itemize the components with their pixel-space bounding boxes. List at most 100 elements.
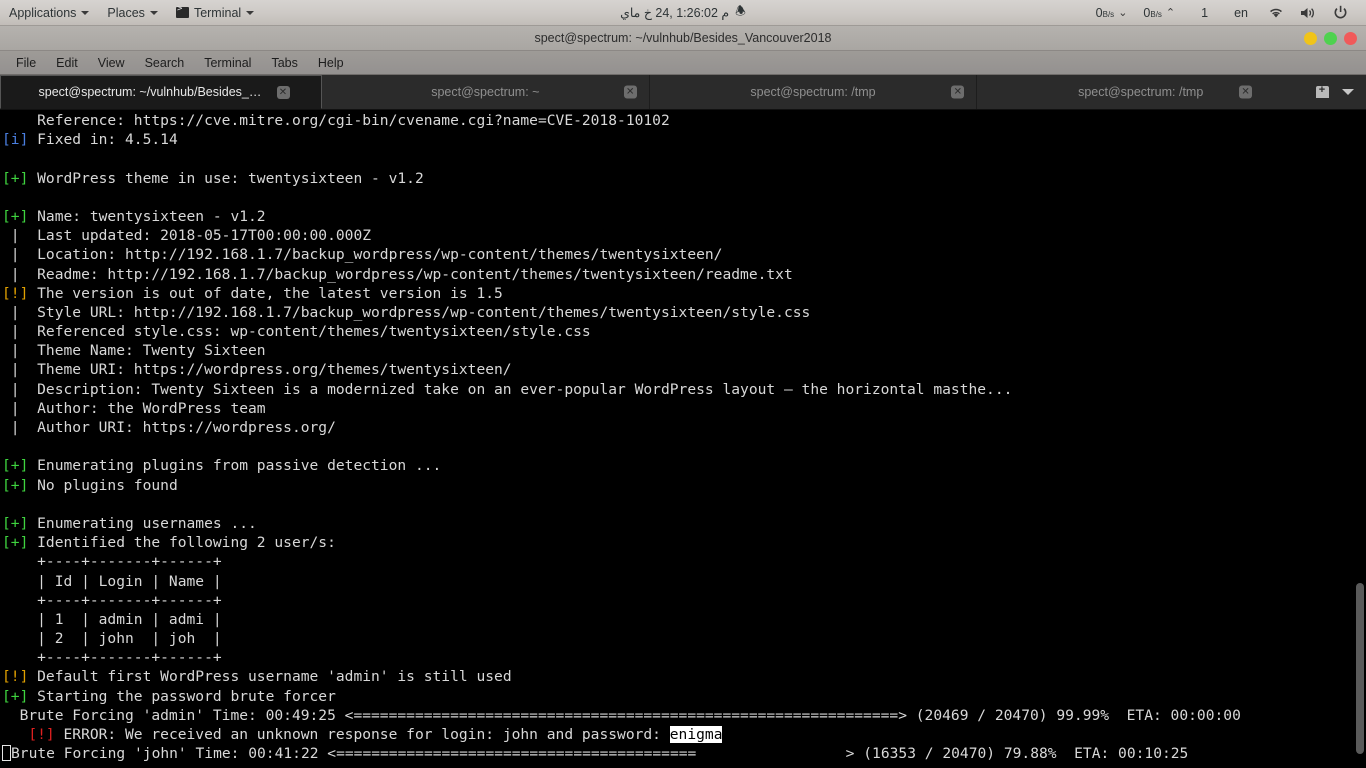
panel-menu-terminal[interactable]: Terminal	[167, 0, 263, 26]
terminal-line: | Author URI: https://wordpress.org/	[2, 418, 1241, 437]
menu-view[interactable]: View	[88, 51, 135, 75]
terminal-line: | Theme URI: https://wordpress.org/theme…	[2, 360, 1241, 379]
terminal-line: +----+-------+------+	[2, 648, 1241, 667]
netspeed-download-unit: B/s	[1102, 9, 1115, 19]
terminal-line: | 1 | admin | admi |	[2, 610, 1241, 629]
keyboard-layout-indicator[interactable]: en	[1226, 0, 1260, 26]
terminal-text-segment: | Author: the WordPress team	[2, 399, 266, 417]
netspeed-download-value: 0	[1095, 5, 1103, 20]
terminal-output-area[interactable]: Reference: https://cve.mitre.org/cgi-bin…	[0, 110, 1366, 767]
terminal-scrollbar-thumb[interactable]	[1356, 583, 1364, 754]
terminal-line: | Readme: http://192.168.1.7/backup_word…	[2, 265, 1241, 284]
terminal-text-segment: | 1 | admin | admi |	[2, 610, 222, 628]
terminal-text-segment: [+]	[2, 687, 29, 705]
terminal-line: [+] WordPress theme in use: twentysixtee…	[2, 169, 1241, 188]
power-menu[interactable]	[1325, 0, 1360, 26]
terminal-text-segment: | Last updated: 2018-05-17T00:00:00.000Z	[2, 227, 372, 245]
terminal-text-segment: +----+-------+------+	[2, 649, 222, 667]
menu-file[interactable]: File	[6, 51, 46, 75]
terminal-line: [+] No plugins found	[2, 476, 1241, 495]
tab-2-close-icon[interactable]: ✕	[951, 85, 965, 99]
terminal-text-segment: | Author URI: https://wordpress.org/	[2, 419, 336, 436]
terminal-text-segment: | Theme URI: https://wordpress.org/theme…	[2, 361, 512, 379]
window-titlebar[interactable]: spect@spectrum: ~/vulnhub/Besides_Vancou…	[0, 26, 1366, 51]
tab-3-close-icon[interactable]: ✕	[1239, 85, 1253, 99]
terminal-line: +----+-------+------+	[2, 591, 1241, 610]
workspace-switcher[interactable]: 1	[1183, 0, 1226, 26]
close-button[interactable]	[1344, 31, 1357, 45]
tab-0[interactable]: spect@spectrum: ~/vulnhub/Besides_Va… ✕	[0, 75, 322, 109]
menu-edit[interactable]: Edit	[46, 51, 88, 75]
panel-menu-places-label: Places	[107, 5, 145, 20]
chevron-down-icon	[149, 10, 158, 15]
chevron-down-icon	[81, 10, 90, 15]
terminal-line: Brute Forcing 'john' Time: 00:41:22 <===…	[2, 744, 1241, 763]
menu-tabs[interactable]: Tabs	[261, 51, 307, 75]
tab-2[interactable]: spect@spectrum: /tmp ✕	[649, 75, 978, 109]
menu-terminal[interactable]: Terminal	[194, 51, 261, 75]
terminal-text-segment: | Id | Login | Name |	[2, 572, 222, 590]
panel-menu-terminal-label: Terminal	[193, 5, 242, 20]
panel-menu-places[interactable]: Places	[98, 0, 167, 26]
terminal-line: [+] Identified the following 2 user/s:	[2, 533, 1241, 552]
minimize-button[interactable]	[1304, 31, 1317, 45]
maximize-button[interactable]	[1324, 31, 1337, 45]
terminal-line: | Id | Login | Name |	[2, 572, 1241, 591]
netspeed-download[interactable]: 0B/s ⌄	[1088, 0, 1136, 26]
terminal-text-segment: [!]	[2, 668, 29, 686]
tab-0-close-icon[interactable]: ✕	[276, 85, 290, 99]
tab-3-label: spect@spectrum: /tmp	[1078, 85, 1204, 99]
terminal-text-segment: Reference: https://cve.mitre.org/cgi-bin…	[2, 112, 670, 129]
menu-help[interactable]: Help	[308, 51, 354, 75]
terminal-text-segment: | Readme: http://192.168.1.7/backup_word…	[2, 265, 793, 283]
wifi-indicator[interactable]	[1260, 0, 1292, 26]
volume-icon	[1301, 7, 1314, 18]
window-title: spect@spectrum: ~/vulnhub/Besides_Vancou…	[534, 31, 832, 45]
netspeed-upload-unit: B/s	[1150, 9, 1162, 19]
tab-1-label: spect@spectrum: ~	[431, 85, 540, 99]
terminal-text-segment: [+]	[2, 207, 29, 225]
netspeed-upload[interactable]: 0B/s ⌃	[1135, 0, 1183, 26]
terminal-scrollbar[interactable]	[1354, 110, 1366, 767]
terminal-line: [+] Starting the password brute forcer	[2, 687, 1241, 706]
terminal-text-segment: Enumerating usernames ...	[28, 514, 257, 532]
terminal-text-segment: | Description: Twenty Sixteen is a moder…	[2, 380, 1013, 398]
window-controls	[1304, 31, 1366, 45]
terminal-line: +----+-------+------+	[2, 552, 1241, 571]
chevron-up-icon: ⌃	[1165, 7, 1176, 19]
keyboard-layout-label: en	[1234, 5, 1248, 20]
terminal-text-segment: [i]	[2, 131, 29, 149]
menu-search[interactable]: Search	[135, 51, 195, 75]
tab-1-close-icon[interactable]: ✕	[623, 85, 637, 99]
terminal-line: | Description: Twenty Sixteen is a moder…	[2, 380, 1241, 399]
tab-3[interactable]: spect@spectrum: /tmp ✕	[977, 75, 1305, 109]
terminal-text-segment: Name: twentysixteen - v1.2	[28, 207, 266, 225]
terminal-text-segment: [!]	[28, 726, 55, 743]
terminal-line: [+] Enumerating plugins from passive det…	[2, 456, 1241, 475]
terminal-line: | Last updated: 2018-05-17T00:00:00.000Z	[2, 226, 1241, 245]
workspace-number: 1	[1201, 5, 1209, 20]
terminal-text-segment: | Referenced style.css: wp-content/theme…	[2, 323, 591, 341]
terminal-text-segment: +----+-------+------+	[2, 591, 222, 609]
terminal-text-segment: Brute Forcing 'john' Time: 00:41:22 <===…	[11, 745, 1189, 763]
terminal-text-segment: Enumerating plugins from passive detecti…	[28, 457, 442, 475]
terminal-text-segment: [!]	[2, 284, 29, 302]
terminal-text-segment: WordPress theme in use: twentysixteen - …	[28, 169, 424, 187]
menubar: File Edit View Search Terminal Tabs Help	[0, 51, 1366, 75]
chevron-down-icon	[246, 10, 255, 15]
terminal-line: [!] ERROR: We received an unknown respon…	[2, 725, 1241, 744]
panel-menu-applications[interactable]: Applications	[0, 0, 98, 26]
tab-list-dropdown-icon[interactable]	[1340, 84, 1356, 100]
terminal-window: spect@spectrum: ~/vulnhub/Besides_Vancou…	[0, 26, 1366, 768]
terminal-text-segment: No plugins found	[28, 476, 178, 494]
volume-indicator[interactable]	[1292, 0, 1325, 26]
clock-label: م 1:26:02 ,24 خ ماي	[620, 6, 730, 20]
tab-2-label: spect@spectrum: /tmp	[750, 85, 876, 99]
selected-text: enigma	[669, 726, 723, 743]
terminal-line: Reference: https://cve.mitre.org/cgi-bin…	[2, 111, 1241, 130]
terminal-line: | Style URL: http://192.168.1.7/backup_w…	[2, 303, 1241, 322]
tab-1[interactable]: spect@spectrum: ~ ✕	[322, 75, 650, 109]
new-tab-icon[interactable]	[1314, 83, 1330, 100]
